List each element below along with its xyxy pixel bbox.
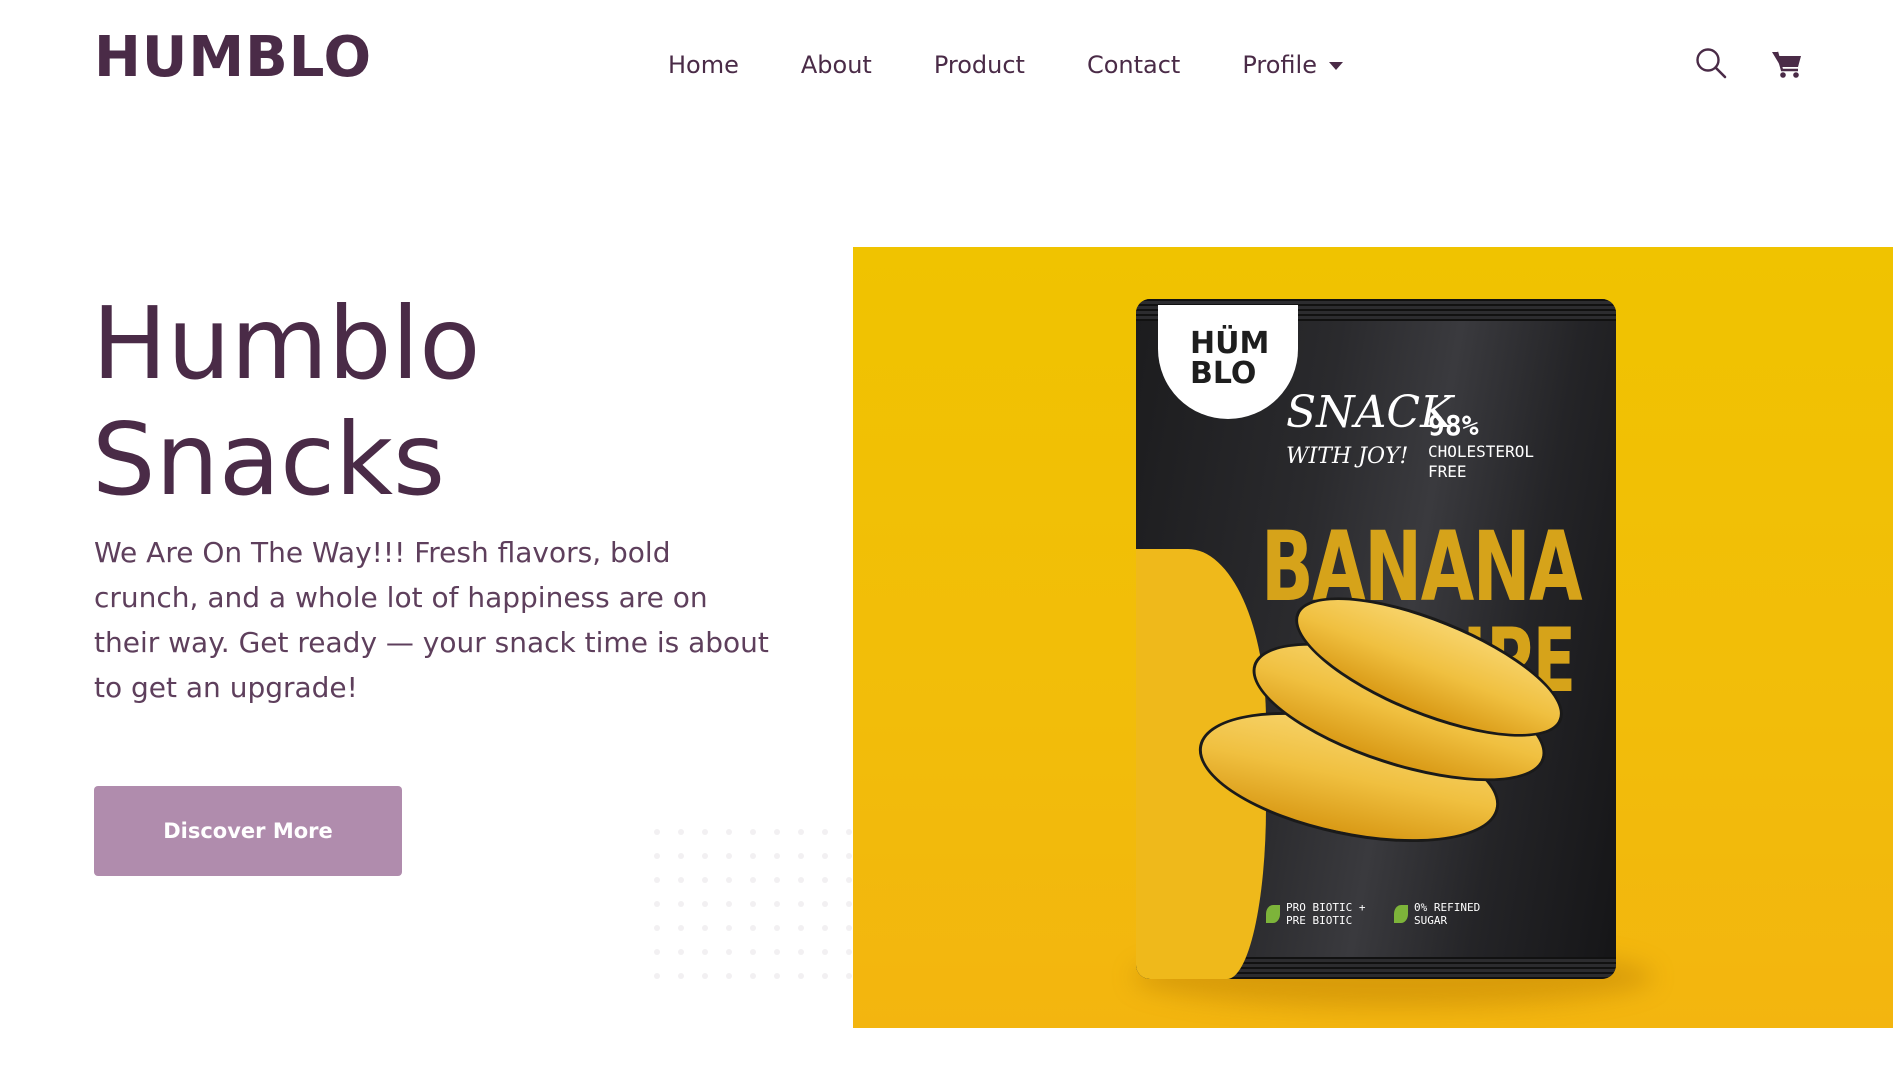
decorative-dot: [774, 829, 780, 835]
caret-down-icon: [1328, 62, 1343, 70]
decorative-dot: [846, 901, 852, 907]
decorative-dot: [822, 949, 828, 955]
hero-title-line2: Snacks: [92, 401, 446, 518]
brand-logo[interactable]: HUMBLO: [94, 30, 372, 86]
decorative-dot: [702, 829, 708, 835]
bag-badge-sugar: 0% REFINED SUGAR: [1394, 901, 1480, 927]
decorative-dot: [702, 925, 708, 931]
decorative-dot: [846, 877, 852, 883]
decorative-dot: [678, 973, 684, 979]
decorative-dot: [846, 973, 852, 979]
decorative-dot: [654, 949, 660, 955]
decorative-dot: [702, 877, 708, 883]
decorative-dot: [750, 949, 756, 955]
decorative-dot: [654, 973, 660, 979]
decorative-dot: [846, 853, 852, 859]
decorative-dot: [846, 925, 852, 931]
decorative-dot: [846, 829, 852, 835]
nav-product[interactable]: Product: [934, 50, 1025, 80]
decorative-dot: [726, 829, 732, 835]
leaf-icon: [1266, 905, 1280, 923]
decorative-dot: [654, 877, 660, 883]
search-icon[interactable]: [1694, 46, 1728, 80]
decorative-dot: [846, 949, 852, 955]
hero-title: Humblo Snacks: [92, 286, 480, 518]
decorative-dot: [774, 973, 780, 979]
decorative-dot: [750, 853, 756, 859]
nav-profile-label: Profile: [1242, 51, 1317, 79]
decorative-dot: [798, 925, 804, 931]
decorative-dot: [702, 901, 708, 907]
decorative-dot: [726, 925, 732, 931]
bag-logo: HÜM BLO: [1190, 326, 1270, 391]
decorative-dot: [726, 853, 732, 859]
landing-page: HUMBLO Home About Product Contact Profil…: [0, 0, 1893, 1078]
decorative-dot: [774, 925, 780, 931]
nav-profile-dropdown[interactable]: Profile: [1242, 50, 1343, 80]
decorative-dot: [750, 901, 756, 907]
shopping-cart-icon[interactable]: [1771, 48, 1803, 80]
decorative-dot: [750, 829, 756, 835]
decorative-dot: [798, 973, 804, 979]
decorative-dot: [750, 973, 756, 979]
decorative-dot: [654, 829, 660, 835]
decorative-dot: [798, 829, 804, 835]
decorative-dot: [726, 949, 732, 955]
decorative-dot: [774, 877, 780, 883]
decorative-dot: [774, 949, 780, 955]
bag-badge-probiotic: PRO BIOTIC + PRE BIOTIC: [1266, 901, 1365, 927]
decorative-dot: [822, 877, 828, 883]
decorative-dot-grid: [654, 829, 852, 979]
decorative-dot: [702, 853, 708, 859]
main-nav: Home About Product Contact Profile: [668, 50, 1343, 80]
decorative-dot: [678, 853, 684, 859]
hero-description: We Are On The Way!!! Fresh flavors, bold…: [94, 536, 769, 704]
decorative-dot: [678, 901, 684, 907]
discover-more-button[interactable]: Discover More: [94, 786, 402, 876]
decorative-dot: [702, 973, 708, 979]
leaf-icon: [1394, 905, 1408, 923]
decorative-dot: [654, 901, 660, 907]
decorative-dot: [678, 877, 684, 883]
decorative-dot: [798, 877, 804, 883]
nav-about[interactable]: About: [801, 50, 872, 80]
decorative-dot: [798, 901, 804, 907]
decorative-dot-grid-yellow: [853, 247, 1069, 1028]
decorative-dot: [678, 925, 684, 931]
decorative-dot: [654, 925, 660, 931]
decorative-dot: [822, 973, 828, 979]
hero-title-line1: Humblo: [92, 285, 481, 402]
decorative-dot: [678, 949, 684, 955]
decorative-dot: [822, 901, 828, 907]
decorative-dot: [726, 877, 732, 883]
nav-home[interactable]: Home: [668, 50, 739, 80]
decorative-dot: [774, 901, 780, 907]
nav-contact[interactable]: Contact: [1087, 50, 1180, 80]
decorative-dot: [822, 853, 828, 859]
decorative-dot: [798, 949, 804, 955]
product-hero-image: HÜM BLO SNACK WITH JOY! 98% CHOLESTEROL …: [853, 247, 1893, 1028]
decorative-dot: [654, 853, 660, 859]
decorative-dot: [750, 925, 756, 931]
snack-bag: HÜM BLO SNACK WITH JOY! 98% CHOLESTEROL …: [1136, 299, 1616, 979]
decorative-dot: [726, 973, 732, 979]
decorative-dot: [726, 901, 732, 907]
decorative-dot: [750, 877, 756, 883]
decorative-dot: [702, 949, 708, 955]
decorative-dot: [822, 829, 828, 835]
bag-cholesterol-stat: 98% CHOLESTEROL FREE: [1428, 409, 1534, 481]
decorative-dot: [822, 925, 828, 931]
decorative-dot: [774, 853, 780, 859]
decorative-dot: [798, 853, 804, 859]
decorative-dot: [678, 829, 684, 835]
